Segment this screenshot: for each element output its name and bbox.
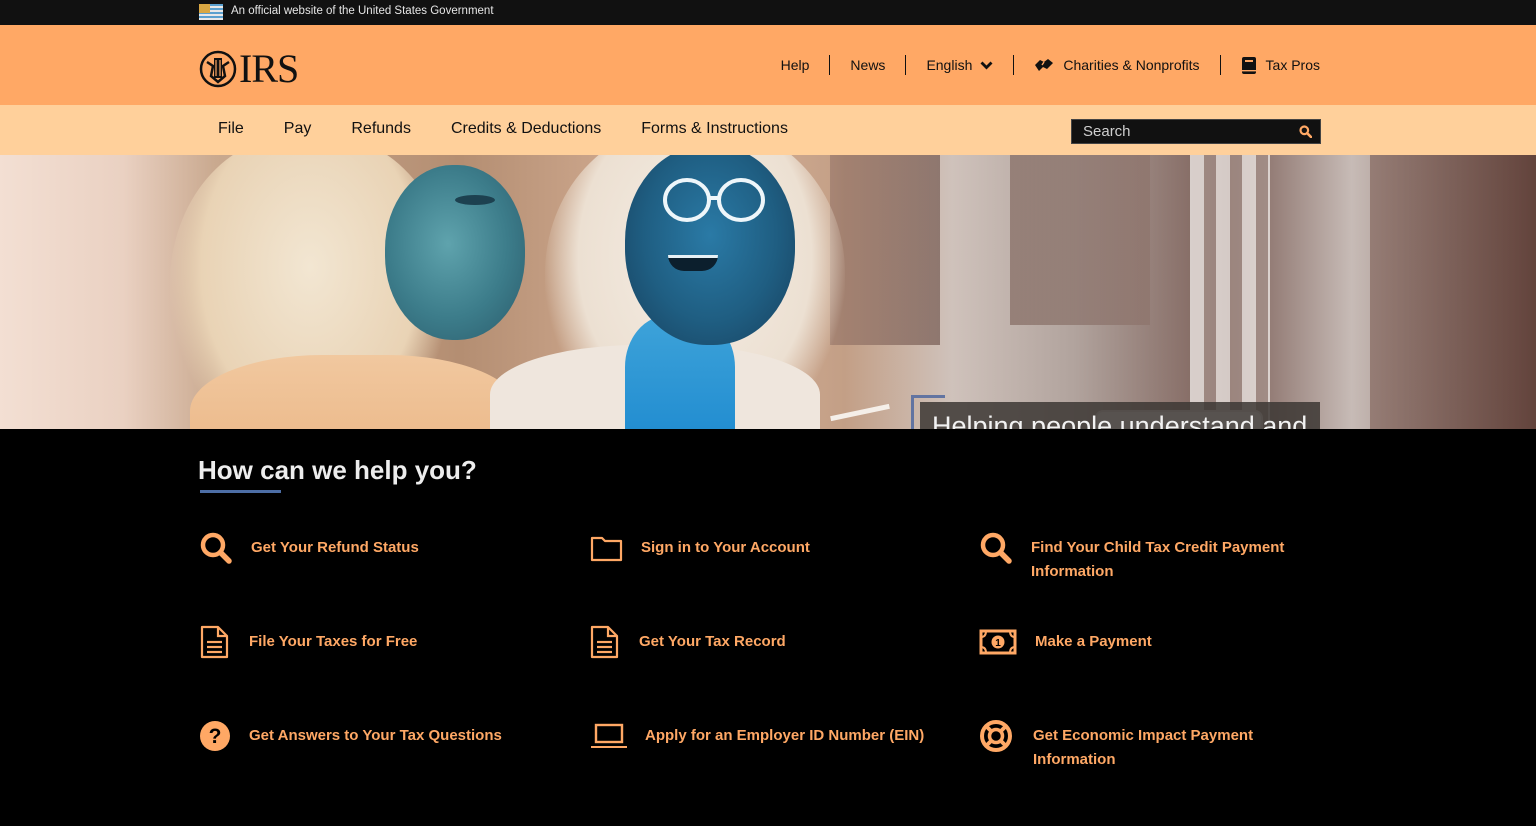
help-economic-impact[interactable]: Get Economic Impact Payment Information — [979, 718, 1309, 772]
gov-banner-text: An official website of the United States… — [231, 5, 494, 17]
util-label: News — [850, 57, 886, 73]
lifesaver-icon — [979, 718, 1019, 754]
util-news-link[interactable]: News — [829, 55, 905, 75]
irs-logo[interactable]: IRS — [199, 46, 299, 91]
search-icon — [199, 530, 239, 566]
document-icon — [589, 624, 629, 660]
help-tax-record[interactable]: Get Your Tax Record — [589, 624, 786, 660]
nav-credits-deductions[interactable]: Credits & Deductions — [431, 105, 621, 155]
us-flag-icon — [199, 4, 223, 20]
util-label: Charities & Nonprofits — [1063, 57, 1200, 73]
nav-refunds[interactable]: Refunds — [331, 105, 431, 155]
chevron-down-icon — [980, 61, 993, 70]
search-box — [1071, 119, 1321, 144]
help-refund-status[interactable]: Get Your Refund Status — [199, 530, 419, 566]
nav-file[interactable]: File — [198, 105, 264, 155]
main-nav: File Pay Refunds Credits & Deductions Fo… — [0, 105, 1536, 155]
util-label: Help — [780, 57, 810, 73]
search-icon — [1298, 125, 1312, 138]
site-header: IRS Help News English Charities & Nonpro… — [0, 25, 1536, 105]
util-label: Tax Pros — [1265, 57, 1320, 73]
util-charities-link[interactable]: Charities & Nonprofits — [1013, 55, 1219, 75]
money-icon: 1 — [979, 624, 1019, 660]
handshake-icon — [1034, 56, 1054, 74]
utility-nav: Help News English Charities & Nonprofits — [761, 25, 1320, 105]
util-help-link[interactable]: Help — [761, 55, 830, 75]
eagle-icon — [199, 50, 237, 88]
svg-text:?: ? — [209, 725, 222, 748]
help-ein[interactable]: Apply for an Employer ID Number (EIN) — [590, 718, 924, 754]
hero-banner: Helping people understand and meet their… — [0, 155, 1536, 429]
hero-tagline: Helping people understand and meet their… — [920, 402, 1320, 429]
help-make-payment[interactable]: 1 Make a Payment — [979, 624, 1152, 660]
nav-forms-instructions[interactable]: Forms & Instructions — [621, 105, 808, 155]
help-item-label: Find Your Child Tax Credit Payment Infor… — [1031, 539, 1285, 580]
document-icon — [199, 624, 239, 660]
help-item-label: Get Economic Impact Payment Information — [1033, 727, 1254, 768]
help-item-label: Get Your Refund Status — [251, 539, 419, 556]
language-selector[interactable]: English — [905, 55, 1013, 75]
laptop-icon — [590, 718, 630, 754]
folder-icon — [590, 530, 630, 566]
help-tax-questions[interactable]: ? Get Answers to Your Tax Questions — [199, 718, 502, 754]
util-label: English — [926, 57, 973, 73]
svg-text:1: 1 — [995, 638, 1001, 649]
help-file-free[interactable]: File Your Taxes for Free — [199, 624, 417, 660]
book-icon — [1241, 56, 1257, 75]
help-title: How can we help you? — [198, 455, 477, 485]
title-underline — [200, 490, 281, 493]
help-item-label: Get Answers to Your Tax Questions — [249, 727, 502, 744]
util-taxpros-link[interactable]: Tax Pros — [1219, 55, 1320, 75]
help-sign-in[interactable]: Sign in to Your Account — [590, 530, 810, 566]
search-button[interactable] — [1290, 120, 1320, 143]
gov-banner: An official website of the United States… — [0, 0, 1536, 25]
nav-pay[interactable]: Pay — [264, 105, 332, 155]
hero-tagline-box: Helping people understand and meet their… — [911, 395, 1329, 429]
help-item-label: Get Your Tax Record — [639, 633, 786, 650]
help-section: How can we help you? Get Your Refund Sta… — [0, 429, 1536, 826]
logo-text: IRS — [239, 46, 299, 91]
question-icon: ? — [199, 718, 239, 754]
help-item-label: File Your Taxes for Free — [249, 633, 418, 650]
help-child-tax-credit[interactable]: Find Your Child Tax Credit Payment Infor… — [979, 530, 1309, 584]
help-item-label: Sign in to Your Account — [641, 539, 810, 556]
search-icon — [979, 530, 1019, 566]
search-input[interactable] — [1072, 120, 1290, 143]
help-item-label: Apply for an Employer ID Number (EIN) — [645, 727, 925, 744]
help-item-label: Make a Payment — [1035, 633, 1152, 650]
